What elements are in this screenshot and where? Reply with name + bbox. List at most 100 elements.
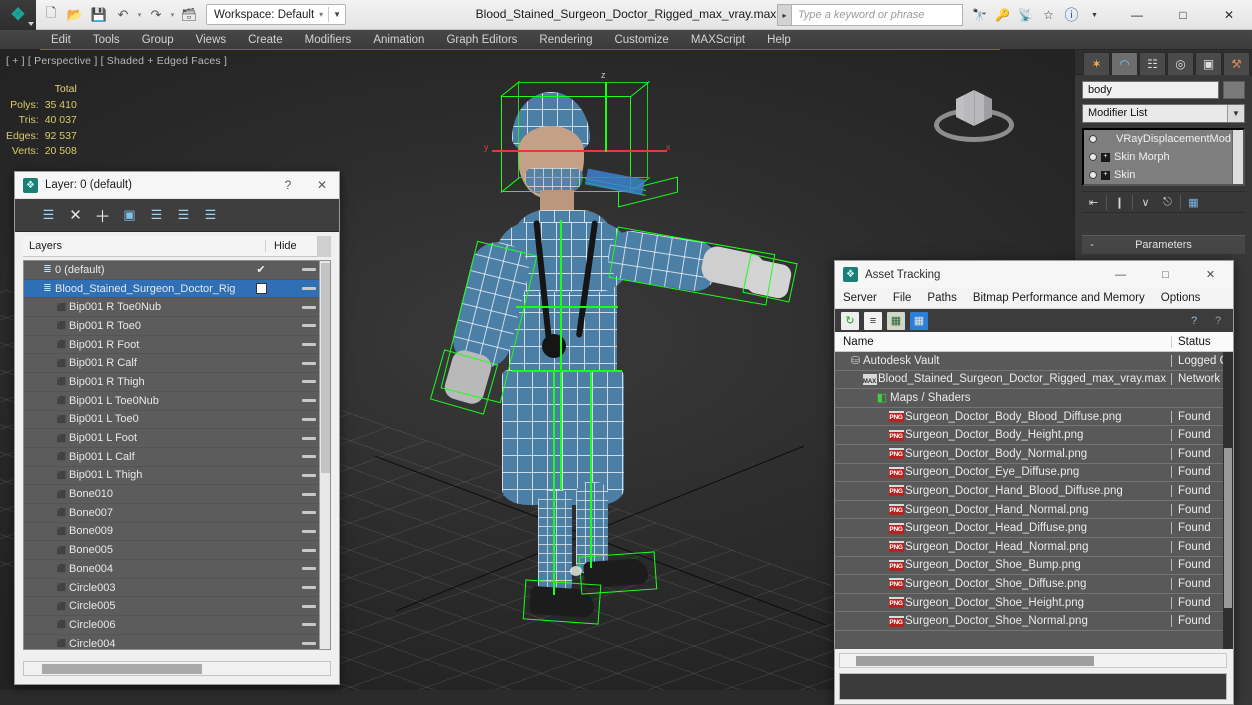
- layer-properties-icon[interactable]: ☰: [199, 204, 222, 227]
- layer-row[interactable]: ⬛ Circle004: [24, 635, 330, 649]
- hierarchy-tab[interactable]: ☷: [1139, 52, 1166, 75]
- light-bulb-icon[interactable]: [1089, 135, 1097, 143]
- save-file-icon[interactable]: 💾: [88, 4, 110, 26]
- favorites-star-icon[interactable]: ☆: [1039, 6, 1058, 25]
- search-input[interactable]: Type a keyword or phrase: [791, 4, 963, 26]
- layer-row[interactable]: ⬛ Bip001 R Toe0: [24, 317, 330, 336]
- modifier-stack-scrollbar[interactable]: [1232, 130, 1243, 184]
- layer-row[interactable]: ⬛ Bip001 L Thigh: [24, 467, 330, 486]
- menu-create[interactable]: Create: [237, 30, 294, 50]
- layer-row[interactable]: ⬛ Circle003: [24, 579, 330, 598]
- workspace-selector[interactable]: Workspace: Default ▾ ▼: [206, 4, 347, 25]
- layer-row[interactable]: ⬛ Bone007: [24, 504, 330, 523]
- key-icon[interactable]: 🔑: [993, 6, 1012, 25]
- help-advanced-icon[interactable]: ?: [1209, 312, 1227, 330]
- layer-row[interactable]: ⬛ Bone005: [24, 541, 330, 560]
- close-button[interactable]: ✕: [1188, 261, 1233, 288]
- expand-plus-icon[interactable]: +: [1101, 152, 1110, 162]
- pin-stack-icon[interactable]: ⇤: [1084, 193, 1103, 212]
- help-icon[interactable]: ?: [1185, 312, 1203, 330]
- layer-row[interactable]: ⬛ Bip001 R Thigh: [24, 373, 330, 392]
- list-view-icon[interactable]: ≡: [864, 311, 882, 330]
- asset-row[interactable]: PNG Surgeon_Doctor_Head_Normal.png Found: [835, 538, 1233, 557]
- motion-tab[interactable]: ◎: [1167, 52, 1194, 75]
- asset-grid-scrollbar[interactable]: [1223, 352, 1233, 649]
- highlight-selected-objects-icon[interactable]: ☰: [145, 204, 168, 227]
- set-current-layer-icon[interactable]: ☰: [172, 204, 195, 227]
- remove-modifier-icon[interactable]: ⎋: [1158, 193, 1177, 212]
- search-expand-icon[interactable]: ▸: [777, 4, 791, 26]
- undo-dropdown-icon[interactable]: ▾: [136, 11, 143, 19]
- refresh-icon[interactable]: ↻: [841, 311, 859, 330]
- help-icon[interactable]: ⓘ: [1062, 6, 1081, 25]
- modifier-list-dropdown[interactable]: Modifier List ▼: [1082, 104, 1245, 123]
- light-bulb-icon[interactable]: [1089, 171, 1097, 179]
- modifier-stack-row[interactable]: + Skin: [1084, 166, 1243, 184]
- create-new-layer-icon[interactable]: ☰: [37, 204, 60, 227]
- parameters-rollout-header[interactable]: - Parameters: [1082, 235, 1245, 254]
- grid-view-icon[interactable]: ▦: [910, 311, 928, 330]
- scrollbar-thumb[interactable]: [321, 263, 330, 473]
- project-folder-icon[interactable]: 🗃: [178, 4, 200, 26]
- layer-column-resizer[interactable]: [317, 235, 331, 257]
- character-model[interactable]: y x z: [390, 70, 810, 690]
- layer-row[interactable]: ⬛ Bip001 R Calf: [24, 354, 330, 374]
- new-file-icon[interactable]: 🗋: [40, 4, 62, 26]
- asset-row[interactable]: PNG Surgeon_Doctor_Body_Normal.png Found: [835, 445, 1233, 464]
- asset-row[interactable]: PNG Surgeon_Doctor_Eye_Diffuse.png Found: [835, 464, 1233, 483]
- menu-bitmap-performance[interactable]: Bitmap Performance and Memory: [965, 288, 1153, 309]
- workspace-dropdown-icon[interactable]: ▼: [329, 10, 345, 19]
- chevron-down-icon[interactable]: ▼: [1227, 105, 1244, 122]
- make-unique-icon[interactable]: ∨: [1136, 193, 1155, 212]
- asset-row[interactable]: PNG Surgeon_Doctor_Body_Height.png Found: [835, 426, 1233, 445]
- menu-rendering[interactable]: Rendering: [528, 30, 603, 50]
- object-color-swatch[interactable]: [1223, 81, 1245, 99]
- layer-row[interactable]: ⬛ Bone004: [24, 560, 330, 579]
- asset-grid[interactable]: ⛁ Autodesk Vault Logged O MAX Blood_Stained_…: [835, 352, 1233, 649]
- view-cube[interactable]: [932, 78, 1016, 162]
- menu-options[interactable]: Options: [1153, 288, 1209, 309]
- layer-row[interactable]: ≣ 0 (default) ✔: [24, 261, 330, 280]
- minimize-button[interactable]: —: [1114, 0, 1160, 30]
- open-file-icon[interactable]: 📂: [64, 4, 86, 26]
- modify-tab[interactable]: ◠: [1111, 52, 1138, 75]
- expand-plus-icon[interactable]: +: [1101, 170, 1110, 180]
- menu-graph-editors[interactable]: Graph Editors: [435, 30, 528, 50]
- select-objects-in-layer-icon[interactable]: ▣: [118, 204, 141, 227]
- modifier-stack[interactable]: VRayDisplacementMod + Skin Morph + Skin: [1082, 128, 1245, 186]
- rollout-collapse-icon[interactable]: -: [1082, 239, 1102, 251]
- asset-row[interactable]: PNG Surgeon_Doctor_Shoe_Height.png Found: [835, 594, 1233, 613]
- search-binoculars-icon[interactable]: 🔭: [970, 6, 989, 25]
- layer-hide-checkbox[interactable]: [256, 283, 267, 295]
- asset-row[interactable]: PNG Surgeon_Doctor_Shoe_Bump.png Found: [835, 557, 1233, 576]
- layer-row[interactable]: ⬛ Circle006: [24, 616, 330, 635]
- layer-row[interactable]: ⬛ Bip001 L Toe0Nub: [24, 392, 330, 411]
- maximize-button[interactable]: □: [1160, 0, 1206, 30]
- undo-icon[interactable]: ↶: [112, 4, 134, 26]
- object-name-input[interactable]: body: [1082, 81, 1219, 99]
- close-button[interactable]: ✕: [1206, 0, 1252, 30]
- layer-row[interactable]: ⬛ Bip001 L Toe0: [24, 411, 330, 430]
- redo-dropdown-icon[interactable]: ▾: [169, 11, 176, 19]
- asset-row[interactable]: PNG Surgeon_Doctor_Shoe_Diffuse.png Found: [835, 575, 1233, 594]
- menu-file[interactable]: File: [885, 288, 920, 309]
- menu-modifiers[interactable]: Modifiers: [294, 30, 363, 50]
- modifier-stack-row[interactable]: VRayDisplacementMod: [1084, 130, 1243, 148]
- layer-row[interactable]: ⬛ Circle005: [24, 597, 330, 617]
- layer-row-hide-cell[interactable]: [246, 283, 302, 295]
- layer-row[interactable]: ⬛ Bip001 L Foot: [24, 429, 330, 448]
- maximize-button[interactable]: □: [1143, 261, 1188, 288]
- thumbnail-view-icon[interactable]: ▦: [887, 311, 905, 330]
- viewport-label[interactable]: [ + ] [ Perspective ] [ Shaded + Edged F…: [6, 55, 227, 67]
- asset-row[interactable]: PNG Surgeon_Doctor_Body_Blood_Diffuse.png…: [835, 408, 1233, 427]
- redo-icon[interactable]: ↷: [145, 4, 167, 26]
- menu-paths[interactable]: Paths: [919, 288, 964, 309]
- layer-row[interactable]: ⬛ Bip001 R Foot: [24, 336, 330, 355]
- light-bulb-icon[interactable]: [1089, 153, 1097, 161]
- scrollbar-thumb[interactable]: [1224, 448, 1232, 608]
- display-tab[interactable]: ▣: [1195, 52, 1222, 75]
- gizmo-axis-x[interactable]: [492, 150, 667, 152]
- layer-row-hide-cell[interactable]: ✔: [246, 263, 302, 276]
- menu-server[interactable]: Server: [835, 288, 885, 309]
- asset-horizontal-scrollbar[interactable]: [839, 653, 1227, 668]
